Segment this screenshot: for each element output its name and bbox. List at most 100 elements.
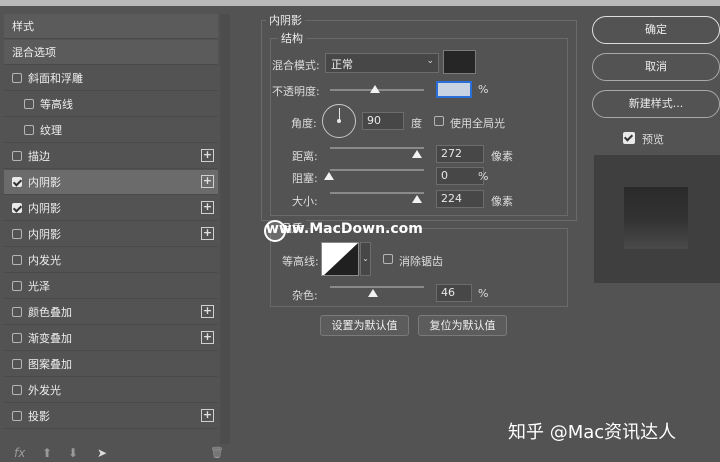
make-default-button[interactable]: 设置为默认值: [320, 315, 409, 336]
style-row-label: 内发光: [28, 254, 61, 267]
choke-slider-track[interactable]: [330, 169, 424, 171]
ok-button[interactable]: 确定: [592, 16, 720, 44]
opacity-slider-thumb[interactable]: [370, 85, 381, 93]
blend-mode-label: 混合模式:: [272, 59, 320, 72]
angle-unit: 度: [411, 117, 422, 130]
move-up-icon[interactable]: ⬆: [42, 446, 52, 460]
contour-label: 等高线:: [282, 255, 319, 268]
style-row-label: 混合选项: [12, 46, 56, 59]
cancel-button[interactable]: 取消: [592, 53, 720, 81]
add-effect-icon[interactable]: +: [201, 409, 214, 422]
style-row-label: 内阴影: [28, 228, 61, 241]
style-checkbox[interactable]: [12, 307, 22, 317]
add-effect-icon[interactable]: +: [201, 331, 214, 344]
style-row[interactable]: 内发光: [4, 248, 218, 273]
size-label: 大小:: [292, 195, 318, 208]
style-checkbox[interactable]: [24, 99, 34, 109]
style-row[interactable]: 内阴影 +: [4, 222, 218, 247]
style-checkbox[interactable]: [12, 203, 22, 213]
style-row[interactable]: 等高线: [4, 92, 218, 117]
style-checkbox[interactable]: [12, 255, 22, 265]
angle-input[interactable]: 90: [362, 112, 404, 130]
style-checkbox[interactable]: [12, 229, 22, 239]
global-light-label: 使用全局光: [450, 117, 505, 130]
style-row-label: 内阴影: [28, 176, 61, 189]
choke-input[interactable]: 0: [436, 167, 484, 185]
distance-slider-thumb[interactable]: [412, 150, 422, 158]
style-checkbox[interactable]: [12, 411, 22, 421]
choke-label: 阻塞:: [292, 172, 318, 185]
contour-preview[interactable]: [321, 242, 359, 276]
add-effect-icon[interactable]: +: [201, 149, 214, 162]
style-row[interactable]: 颜色叠加 +: [4, 300, 218, 325]
choke-value: 0: [441, 169, 448, 182]
noise-slider-thumb[interactable]: [368, 289, 378, 297]
add-effect-icon[interactable]: +: [201, 175, 214, 188]
angle-label: 角度:: [291, 117, 317, 130]
style-row[interactable]: 描边 +: [4, 144, 218, 169]
credit-watermark: 知乎 @Mac资讯达人: [508, 422, 677, 443]
size-unit: 像素: [491, 195, 513, 208]
angle-dial[interactable]: [322, 104, 356, 138]
opacity-label: 不透明度:: [272, 85, 320, 98]
noise-slider-track[interactable]: [330, 286, 424, 288]
size-value: 224: [441, 192, 462, 205]
style-list-scrollbar[interactable]: [220, 14, 230, 444]
blend-mode-select[interactable]: 正常 ⌄: [325, 53, 439, 73]
style-row-label: 投影: [28, 410, 50, 423]
new-style-button[interactable]: 新建样式...: [592, 90, 720, 118]
style-row[interactable]: 斜面和浮雕: [4, 66, 218, 91]
global-light-checkbox[interactable]: [434, 116, 444, 126]
distance-slider-track[interactable]: [330, 147, 424, 149]
style-checkbox[interactable]: [12, 385, 22, 395]
style-row[interactable]: 外发光: [4, 378, 218, 403]
distance-input[interactable]: 272: [436, 145, 484, 163]
size-input[interactable]: 224: [436, 190, 484, 208]
style-row[interactable]: 内阴影 +: [4, 170, 218, 195]
style-row[interactable]: 图案叠加: [4, 352, 218, 377]
style-preview-swatch: [624, 187, 688, 249]
style-row[interactable]: 投影 +: [4, 404, 218, 429]
opacity-unit: %: [478, 83, 489, 96]
opacity-input[interactable]: [436, 81, 472, 98]
style-checkbox[interactable]: [12, 73, 22, 83]
chevron-down-icon: ⌄: [426, 56, 434, 66]
antialias-checkbox[interactable]: [383, 254, 393, 264]
style-checkbox[interactable]: [24, 125, 34, 135]
style-list-toolbar: fx ⬆ ⬇ ➤ 🗑: [4, 446, 230, 462]
style-row-label: 图案叠加: [28, 358, 72, 371]
style-checkbox[interactable]: [12, 151, 22, 161]
style-row-label: 样式: [12, 20, 34, 33]
add-effect-icon[interactable]: +: [201, 201, 214, 214]
size-slider-track[interactable]: [330, 192, 424, 194]
size-slider-thumb[interactable]: [412, 195, 422, 203]
style-row[interactable]: 混合选项: [4, 40, 218, 65]
blend-mode-value: 正常: [331, 58, 353, 71]
style-row-label: 内阴影: [28, 202, 61, 215]
style-row-label: 外发光: [28, 384, 61, 397]
choke-slider-thumb[interactable]: [324, 172, 334, 180]
style-row[interactable]: 样式: [4, 14, 218, 39]
noise-unit: %: [478, 287, 489, 300]
shadow-color-swatch[interactable]: [443, 50, 476, 74]
add-effect-icon[interactable]: +: [201, 305, 214, 318]
style-row[interactable]: 内阴影 +: [4, 196, 218, 221]
distance-label: 距离:: [292, 150, 318, 163]
reset-default-button[interactable]: 复位为默认值: [418, 315, 507, 336]
add-effect-icon[interactable]: +: [201, 227, 214, 240]
fx-icon[interactable]: fx: [14, 446, 25, 460]
style-checkbox[interactable]: [12, 281, 22, 291]
move-down-icon[interactable]: ⬇: [68, 446, 78, 460]
style-checkbox[interactable]: [12, 177, 22, 187]
style-checkbox[interactable]: [12, 359, 22, 369]
trash-icon[interactable]: 🗑: [210, 446, 224, 459]
contour-dropdown[interactable]: ⌄: [360, 242, 371, 276]
style-row[interactable]: 纹理: [4, 118, 218, 143]
choke-unit: %: [478, 170, 489, 183]
style-row[interactable]: 光泽: [4, 274, 218, 299]
section-title: 内阴影: [266, 12, 305, 28]
style-checkbox[interactable]: [12, 333, 22, 343]
noise-input[interactable]: 46: [436, 284, 472, 302]
preview-checkbox[interactable]: [623, 132, 635, 144]
style-row[interactable]: 渐变叠加 +: [4, 326, 218, 351]
